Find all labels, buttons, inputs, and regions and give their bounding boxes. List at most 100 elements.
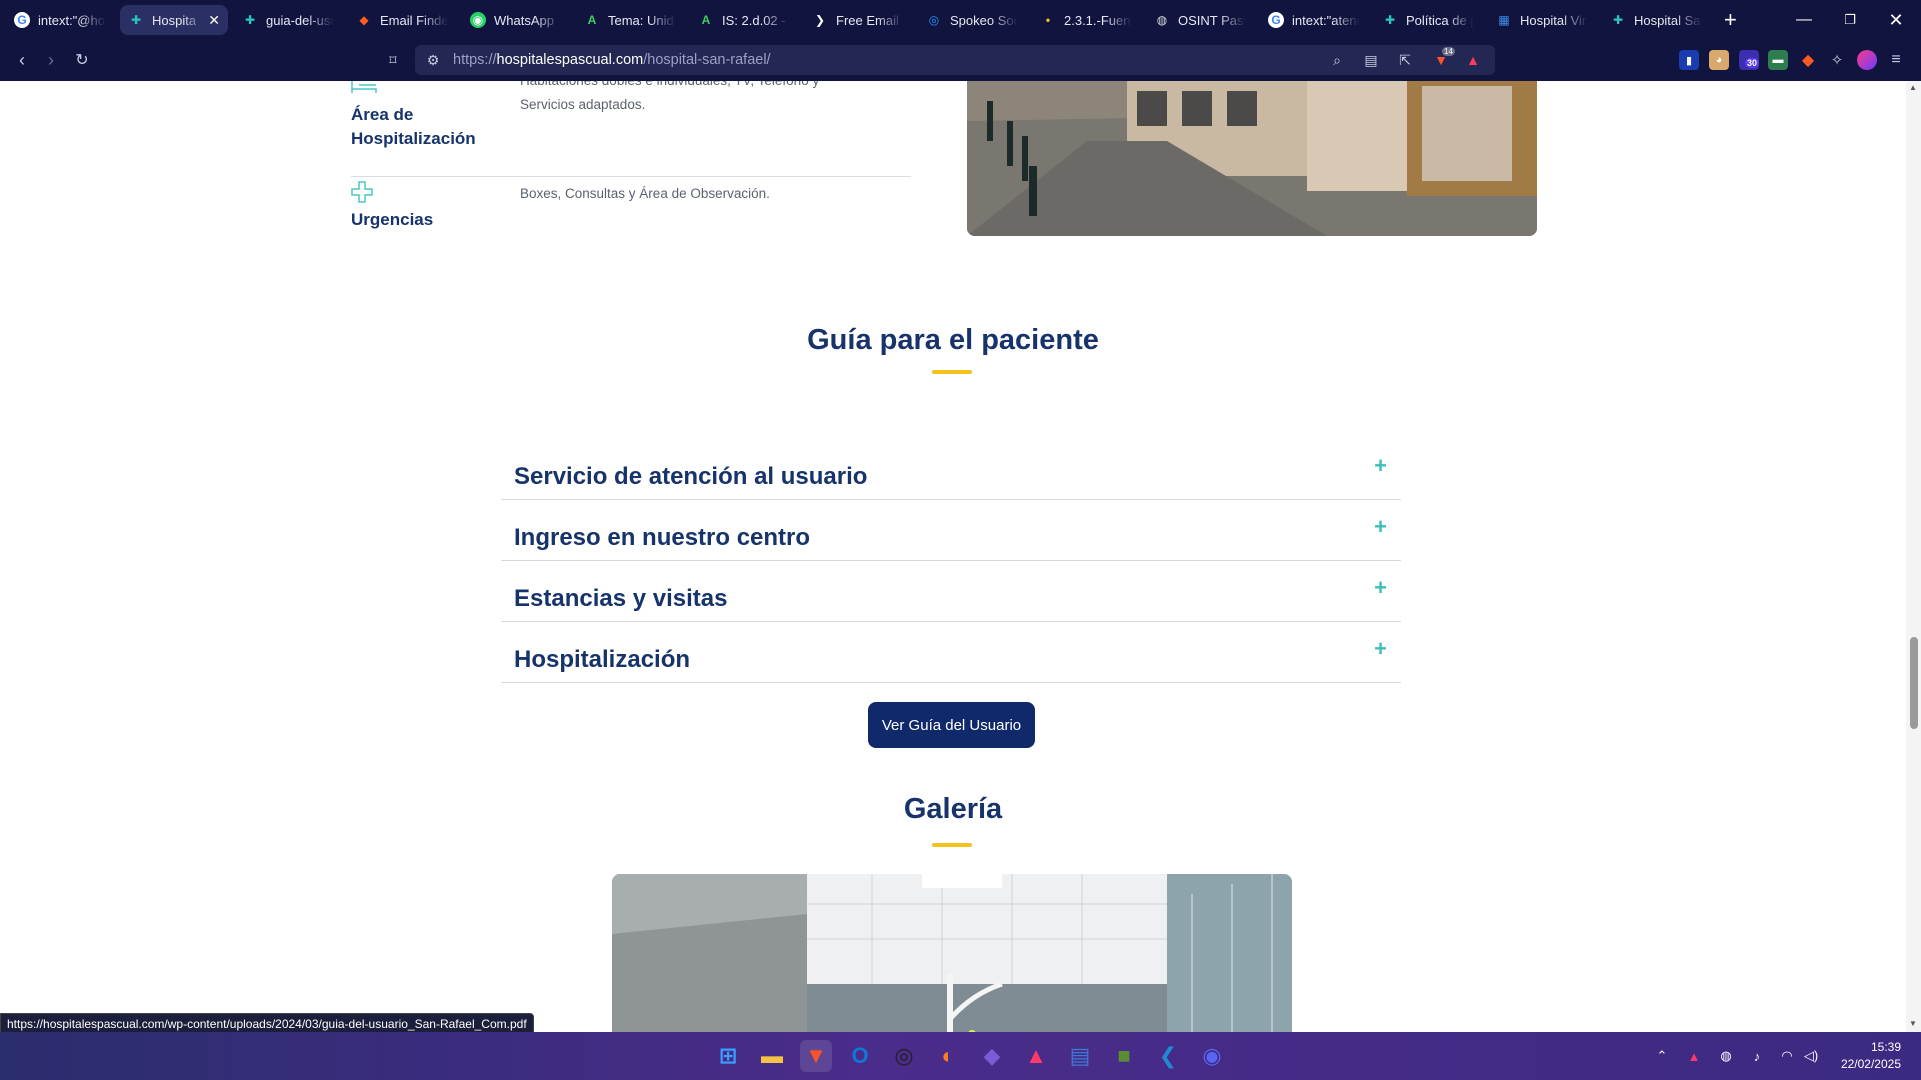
app-flame-icon[interactable]: ▲	[1020, 1040, 1052, 1072]
microphone-icon[interactable]: ♪	[1748, 1047, 1766, 1065]
tab-title: guia-del-usu	[266, 12, 334, 28]
gallery-section-title: Galería	[903, 793, 1003, 825]
browser-tab[interactable]: A Tema: Unida	[576, 5, 684, 35]
title-underline	[932, 370, 972, 374]
brave-shields-icon[interactable]: ▼ 14	[1431, 47, 1455, 70]
hunter-extension-icon[interactable]: ◆	[1798, 50, 1818, 70]
browser-tab[interactable]: ✚ guia-del-usu	[234, 5, 342, 35]
bitwarden-icon[interactable]: ▮	[1679, 50, 1699, 70]
accordion-item[interactable]: Hospitalización +	[501, 622, 1401, 683]
app-orange-icon[interactable]: ◐	[932, 1040, 964, 1072]
aula-icon: A	[701, 13, 711, 27]
tab-title: Hospita	[152, 12, 197, 28]
scroll-down-icon[interactable]: ▼	[1909, 1019, 1917, 1028]
browser-tab[interactable]: • 2.3.1.-Fuent	[1032, 5, 1140, 35]
browser-tab[interactable]: ◎ Spokeo Soc	[918, 5, 1026, 35]
obs-icon[interactable]: ◎	[888, 1040, 920, 1072]
browser-tab[interactable]: A IS: 2.d.02 - U	[690, 5, 798, 35]
hospital-cross-icon: ✚	[244, 13, 256, 27]
browser-tab[interactable]: ◉ WhatsApp	[462, 5, 570, 35]
tray-overflow-icon[interactable]: ⌃	[1653, 1047, 1671, 1065]
close-window-icon[interactable]: ✕	[1873, 0, 1919, 40]
gallery-photo[interactable]	[612, 874, 1292, 1032]
feature-label: Urgencias	[351, 210, 434, 229]
outlook-icon[interactable]: O	[844, 1040, 876, 1072]
plus-icon[interactable]: +	[1374, 636, 1387, 662]
accordion-item[interactable]: Servicio de atención al usuario +	[501, 439, 1401, 500]
obsidian-icon[interactable]: ◆	[976, 1040, 1008, 1072]
browser-tab[interactable]: ▦ Hospital Vir	[1488, 5, 1596, 35]
browser-tab[interactable]: ✚ Política de p	[1374, 5, 1482, 35]
tray-app-icon[interactable]: ▲	[1685, 1047, 1703, 1065]
reader-mode-icon[interactable]: ▤	[1361, 50, 1381, 70]
app-blue-icon[interactable]: ▤	[1064, 1040, 1096, 1072]
page-scrollbar[interactable]: ▲ ▼	[1906, 81, 1921, 1032]
accordion-item[interactable]: Ingreso en nuestro centro +	[501, 500, 1401, 561]
tab-title: intext:"@ho	[38, 12, 105, 28]
google-icon: G	[1268, 12, 1284, 28]
browser-tab[interactable]: ❯ Free Email L	[804, 5, 912, 35]
hospital-grid-icon: ▦	[1498, 13, 1510, 27]
tab-title: OSINT Pasiv	[1178, 12, 1246, 28]
discord-icon[interactable]: ◉	[1196, 1040, 1228, 1072]
file-explorer-icon[interactable]: ▬	[756, 1040, 788, 1072]
wifi-icon[interactable]: ◠	[1778, 1047, 1796, 1065]
url-text[interactable]: https://hospitalespascual.com/hospital-s…	[453, 52, 771, 68]
email-finder-icon: ◆	[359, 13, 369, 27]
menu-hamburger-icon[interactable]: ≡	[1886, 50, 1906, 70]
tab-title: Política de p	[1406, 12, 1474, 28]
reload-icon[interactable]: ↻	[70, 48, 94, 72]
system-clock[interactable]: 15:39 22/02/2025	[1841, 1039, 1901, 1073]
site-settings-icon[interactable]: ⚙	[423, 50, 443, 70]
minecraft-icon[interactable]: ■	[1108, 1040, 1140, 1072]
tab-title: intext:"atenc	[1292, 12, 1360, 28]
new-tab-button[interactable]: +	[1724, 7, 1737, 33]
leo-ai-icon[interactable]	[1857, 50, 1877, 70]
accordion-title[interactable]: Servicio de atención al usuario	[514, 463, 867, 491]
accordion-title[interactable]: Hospitalización	[514, 646, 690, 674]
minimize-icon[interactable]: —	[1781, 0, 1827, 40]
accordion-title[interactable]: Estancias y visitas	[514, 585, 727, 613]
accordion-title[interactable]: Ingreso en nuestro centro	[514, 524, 810, 552]
bookmark-icon[interactable]: ⌑	[381, 48, 405, 72]
address-bar[interactable]: ⚙ https://hospitalespascual.com/hospital…	[415, 45, 1495, 75]
back-icon[interactable]: ‹	[10, 48, 34, 72]
browser-tab[interactable]: Gintext:"@ho	[6, 5, 114, 35]
brave-rewards-icon[interactable]: ▲	[1463, 50, 1483, 70]
zoom-icon[interactable]: ⌕	[1327, 50, 1347, 70]
tab-title: Email Finder	[380, 12, 448, 28]
tab-strip: Gintext:"@ho ✚ Hospita ✕ ✚ guia-del-usu ◆ Email…	[0, 0, 1921, 40]
extensions-puzzle-icon[interactable]: ✧	[1827, 50, 1847, 70]
view-guide-button[interactable]: Ver Guía del Usuario	[868, 702, 1035, 748]
url-domain: hospitalespascual.com	[496, 52, 644, 68]
scroll-up-icon[interactable]: ▲	[1909, 83, 1917, 92]
flag-extension-icon[interactable]: ▬	[1768, 50, 1788, 70]
restore-icon[interactable]: ❐	[1827, 0, 1873, 40]
close-tab-icon[interactable]: ✕	[208, 12, 220, 29]
browser-tab[interactable]: Gintext:"atenc	[1260, 5, 1368, 35]
plus-icon[interactable]: +	[1374, 453, 1387, 479]
volume-icon[interactable]: ◁)	[1802, 1047, 1820, 1065]
browser-tab[interactable]: ✚ Hospita ✕	[120, 5, 228, 35]
osint-icon: ◍	[1156, 13, 1168, 27]
tab-title: 2.3.1.-Fuent	[1064, 12, 1132, 28]
plus-icon[interactable]: +	[1374, 514, 1387, 540]
calendar-extension-icon[interactable]: 30	[1739, 50, 1760, 70]
plus-icon[interactable]: +	[1374, 575, 1387, 601]
vscode-icon[interactable]: ❮	[1152, 1040, 1184, 1072]
extension-avatar-icon[interactable]: ◕	[1709, 50, 1729, 70]
share-icon[interactable]: ⇱	[1395, 50, 1415, 70]
scrollbar-thumb[interactable]	[1910, 637, 1918, 729]
brave-browser-icon[interactable]: ▼	[800, 1040, 832, 1072]
accordion-item[interactable]: Estancias y visitas +	[501, 561, 1401, 622]
browser-toolbar: ‹ › ↻ ⌑ ⚙ https://hospitalespascual.com/…	[0, 40, 1921, 81]
bed-icon	[351, 81, 377, 93]
browser-tab[interactable]: ◍ OSINT Pasiv	[1146, 5, 1254, 35]
tab-title: WhatsApp	[494, 12, 554, 28]
tab-title: IS: 2.d.02 - U	[722, 12, 790, 28]
windows-start-icon[interactable]: ⊞	[712, 1040, 744, 1072]
browser-tab[interactable]: ✚ Hospital San	[1602, 5, 1710, 35]
tray-vpn-icon[interactable]: ◍	[1717, 1047, 1735, 1065]
browser-tab[interactable]: ◆ Email Finder	[348, 5, 456, 35]
forward-icon[interactable]: ›	[39, 48, 63, 72]
